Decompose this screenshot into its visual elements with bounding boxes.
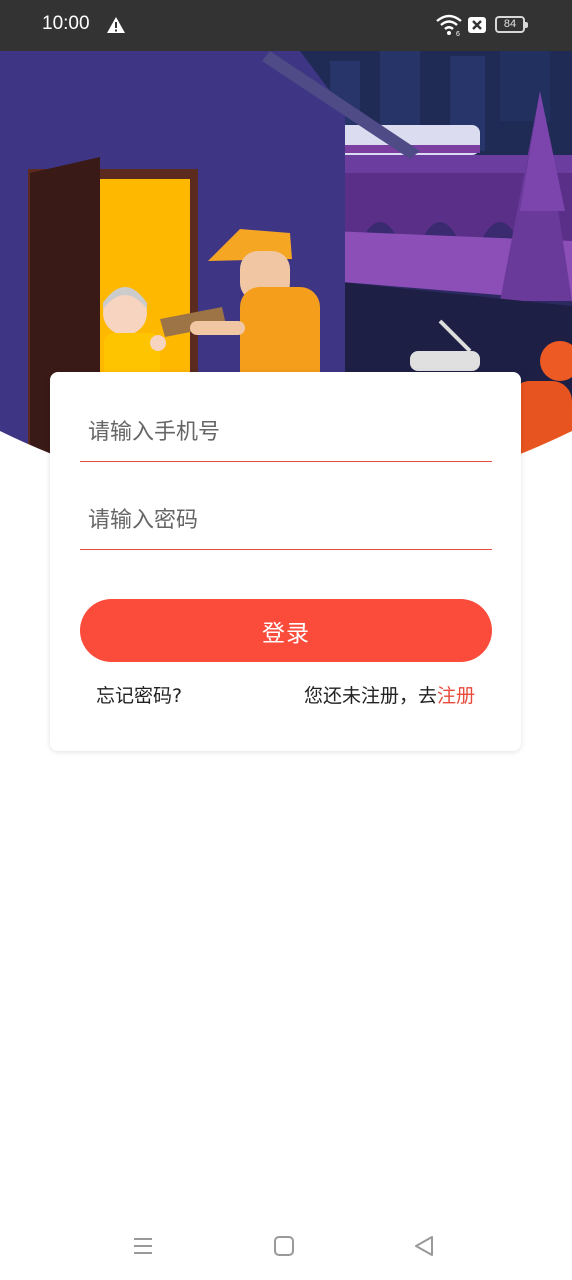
status-bar: 10:00 6 84: [0, 0, 572, 51]
register-link[interactable]: 注册: [437, 685, 475, 707]
register-prompt: 您还未注册，去注册: [304, 681, 475, 708]
login-button[interactable]: 登录: [80, 599, 492, 662]
password-input[interactable]: [80, 492, 492, 550]
battery-icon: 84: [495, 16, 528, 33]
sim-icon: [468, 17, 486, 33]
warning-icon: [107, 17, 125, 33]
back-icon[interactable]: [410, 1232, 438, 1260]
svg-text:6: 6: [456, 31, 460, 36]
forgot-password-link[interactable]: 忘记密码?: [96, 681, 182, 708]
wifi-icon: 6: [436, 14, 462, 36]
system-nav-bar: [0, 1212, 572, 1280]
login-card: 登录 忘记密码? 您还未注册，去注册: [50, 372, 521, 751]
status-time: 10:00: [42, 13, 90, 34]
home-icon[interactable]: [270, 1232, 298, 1260]
no-account-label: 您还未注册，去: [303, 685, 437, 707]
menu-icon[interactable]: [129, 1232, 157, 1260]
phone-input[interactable]: [80, 404, 492, 462]
